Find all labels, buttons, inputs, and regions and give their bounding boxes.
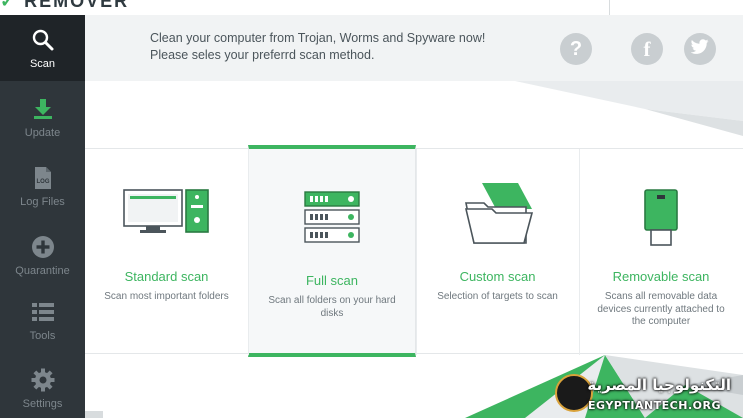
open-folder-icon [462,183,534,247]
sidebar-item-log-files[interactable]: LOG Log Files [0,153,85,219]
scan-option-custom[interactable]: Custom scan Selection of targets to scan [416,149,579,355]
scan-option-description: Scans all removable data devices current… [597,291,725,327]
sidebar-item-scan[interactable]: Scan [0,15,85,81]
sidebar-item-label: Quarantine [15,264,70,277]
header-line-2: Please seles your preferrd scan method. [150,48,375,62]
facebook-icon: f [643,36,651,61]
svg-text:LOG: LOG [36,179,49,185]
header-banner: Clean your computer from Trojan, Worms a… [85,15,743,81]
sidebar-item-quarantine[interactable]: Quarantine [0,222,85,288]
app-window: ✓ REMOVER Scan Update LOG Log Files Quar… [0,0,743,418]
sidebar-item-update[interactable]: Update [0,84,85,150]
scan-option-title: Removable scan [612,269,710,284]
sidebar-item-label: Scan [29,57,56,70]
sidebar-item-label: Log Files [20,195,65,208]
plus-circle-icon [30,234,56,260]
help-button[interactable]: ? [560,33,592,65]
divider [248,149,249,355]
download-icon [30,96,56,122]
header-line-1: Clean your computer from Trojan, Worms a… [150,31,486,45]
watermark: التكنولوجيا المصرية EGYPTIANTECH.ORG [555,374,735,412]
scan-option-description: Scan all folders on your hard disks [268,295,396,319]
sidebar: Scan Update LOG Log Files Quarantine Too… [0,15,85,418]
watermark-arabic: التكنولوجيا المصرية [587,376,731,394]
divider [416,149,417,355]
header-decoration [515,81,743,136]
twitter-button[interactable] [684,33,716,65]
twitter-icon [690,39,709,59]
scan-options: Standard scan Scan most important folder… [85,145,743,357]
scan-option-title: Full scan [305,273,359,288]
brand-text: REMOVER [24,0,130,11]
log-file-icon: LOG [30,165,56,191]
usb-drive-icon [643,189,679,247]
scrollbar-corner [85,411,103,418]
brand-logo: ✓ REMOVER [0,0,129,12]
gear-icon [30,367,56,393]
server-drives-icon [304,191,360,243]
scan-option-description: Scan most important folders [104,291,229,302]
header-message: Clean your computer from Trojan, Worms a… [150,30,485,64]
sidebar-item-tools[interactable]: Tools [0,287,85,353]
scan-option-full[interactable]: Full scan Scan all folders on your hard … [248,145,416,357]
watermark-site: EGYPTIANTECH.ORG [588,399,721,412]
sidebar-item-label: Settings [22,397,63,410]
brand-mark-icon: ✓ [0,0,25,11]
divider [579,149,580,355]
sidebar-item-label: Update [24,126,61,139]
title-strip: ✓ REMOVER [0,0,743,15]
help-icon: ? [569,37,583,60]
scan-option-standard[interactable]: Standard scan Scan most important folder… [85,149,248,355]
facebook-button[interactable]: f [631,33,663,65]
tools-list-icon [30,299,56,325]
search-icon [30,27,56,53]
scan-option-description: Selection of targets to scan [437,291,558,302]
divider [609,0,610,15]
scan-option-title: Custom scan [459,269,536,284]
desktop-computer-icon [122,187,212,237]
sidebar-item-settings[interactable]: Settings [0,355,85,418]
scan-option-removable[interactable]: Removable scan Scans all removable data … [579,149,743,355]
sidebar-item-label: Tools [29,329,56,342]
scan-option-title: Standard scan [124,269,209,284]
